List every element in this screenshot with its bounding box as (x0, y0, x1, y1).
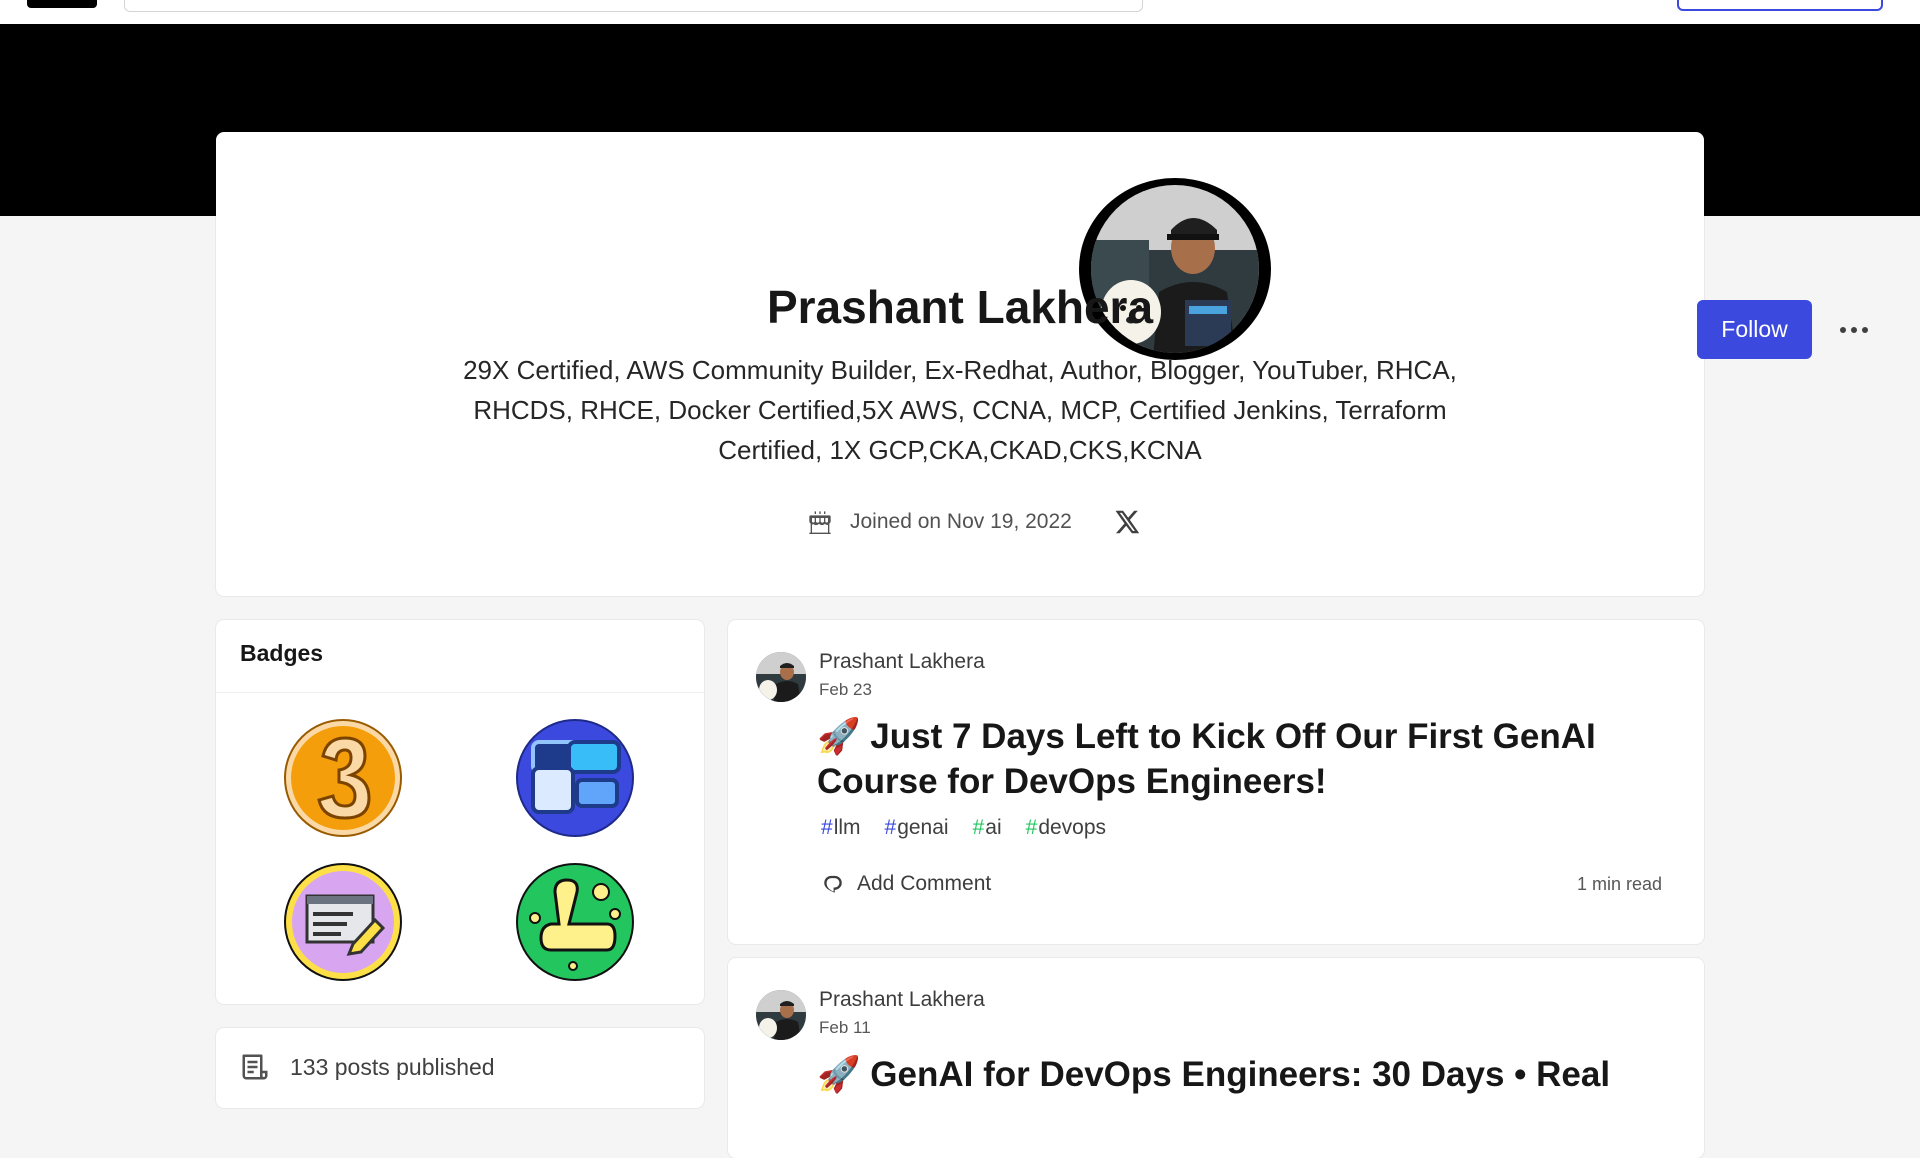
profile-bio: 29X Certified, AWS Community Builder, Ex… (463, 355, 1457, 465)
posts-published-stat: 133 posts published (240, 1052, 495, 1082)
badges-title: Badges (240, 640, 324, 666)
article-card[interactable]: Prashant Lakhera Feb 23 🚀 Just 7 Days Le… (728, 620, 1704, 944)
top-header (0, 0, 1920, 24)
tag-name: genai (897, 816, 949, 839)
article-author[interactable]: Prashant Lakhera (819, 988, 985, 1012)
article-author[interactable]: Prashant Lakhera (819, 650, 985, 674)
divider (216, 692, 704, 693)
article-date[interactable]: Feb 11 (819, 1018, 871, 1038)
author-photo (756, 652, 806, 702)
article-date[interactable]: Feb 23 (819, 680, 872, 700)
tag-name: llm (833, 816, 861, 839)
tag-hash: # (821, 816, 833, 839)
article-card[interactable]: Prashant Lakhera Feb 11 🚀 GenAI for DevO… (728, 958, 1704, 1158)
article-tags: #llm #genai #ai #devops (821, 816, 1106, 840)
more-horizontal-icon (1840, 327, 1868, 333)
read-time: 1 min read (1576, 874, 1662, 894)
search-input[interactable] (124, 0, 1143, 12)
site-logo[interactable] (27, 0, 97, 8)
comment-icon (824, 875, 842, 893)
x-twitter-icon[interactable] (1112, 507, 1142, 537)
post-icon (242, 1054, 268, 1080)
writing-badge-icon[interactable] (283, 862, 403, 982)
stats-card: 133 posts published (216, 1028, 704, 1108)
tag-hash: # (972, 816, 985, 839)
author-avatar[interactable] (756, 990, 806, 1040)
puzzle-blocks-badge-icon[interactable] (515, 718, 635, 838)
joined-date: Joined on Nov 19, 2022 (850, 510, 1072, 533)
author-avatar[interactable] (756, 652, 806, 702)
add-comment-label: Add Comment (857, 872, 992, 895)
profile-name: Prashant Lakhera (766, 281, 1154, 333)
one-year-badge-icon[interactable] (515, 862, 635, 982)
tag-link[interactable]: #devops (1026, 816, 1106, 840)
cake-icon (809, 511, 831, 534)
tag-link[interactable]: #genai (885, 816, 949, 840)
article-title[interactable]: 🚀 GenAI for DevOps Engineers: 30 Days • … (817, 1052, 1657, 1097)
profile-meta: Joined on Nov 19, 2022 (804, 504, 1142, 540)
author-photo (756, 990, 806, 1040)
article-title[interactable]: 🚀 Just 7 Days Left to Kick Off Our First… (817, 714, 1657, 804)
badges-card: Badges (216, 620, 704, 1004)
add-comment-button[interactable]: Add Comment (819, 870, 991, 898)
three-year-badge-icon[interactable] (283, 718, 403, 838)
follow-button[interactable]: Follow (1697, 300, 1812, 359)
tag-link[interactable]: #ai (973, 816, 1002, 840)
tag-hash: # (1025, 816, 1038, 839)
tag-name: devops (1038, 816, 1107, 839)
create-post-button[interactable] (1677, 0, 1883, 11)
tag-link[interactable]: #llm (821, 816, 861, 840)
tag-name: ai (985, 816, 1002, 839)
posts-published-count: 133 posts published (290, 1053, 495, 1080)
tag-hash: # (884, 816, 897, 839)
more-options-button[interactable] (1834, 310, 1874, 350)
